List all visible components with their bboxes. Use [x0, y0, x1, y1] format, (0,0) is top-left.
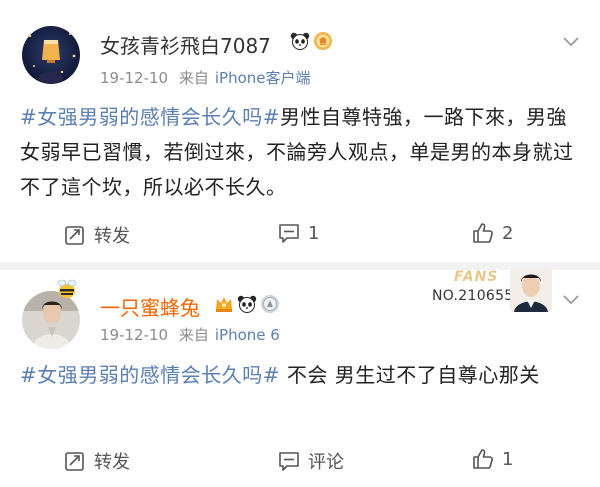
comment-count: 1: [308, 222, 320, 244]
comment-button[interactable]: 评论: [278, 448, 344, 474]
chevron-down-icon[interactable]: [562, 294, 580, 306]
comment-icon: [279, 224, 299, 243]
like-button[interactable]: 1: [472, 448, 513, 470]
level-medal-icon[interactable]: [260, 294, 280, 314]
comment-label: 评论: [308, 452, 344, 473]
thumbs-up-icon: [473, 449, 493, 469]
comment-button[interactable]: 1: [278, 222, 319, 244]
user-badges: [290, 31, 333, 51]
like-count: 1: [502, 448, 514, 470]
topic-link[interactable]: #女强男弱的感情会长久吗#: [20, 105, 280, 129]
post-source[interactable]: iPhone客户端: [215, 69, 311, 87]
post-meta: 19-12-10 来自 iPhone客户端: [100, 67, 311, 88]
user-badges: [214, 294, 280, 314]
repost-button[interactable]: 转发: [64, 448, 130, 474]
chevron-down-icon[interactable]: [562, 36, 580, 48]
action-bar: 转发 评论 1: [0, 448, 600, 476]
comment-icon: [279, 452, 299, 471]
panda-icon[interactable]: [237, 294, 257, 314]
post-text: 不会 男生过不了自尊心那关: [280, 363, 540, 387]
panda-icon[interactable]: [290, 31, 310, 51]
weibo-comment-2: 一只蜜蜂兔 19-12-10 来自 iPhone 6 FANS NO.21065…: [0, 268, 600, 487]
post-content: #女强男弱的感情会长久吗#男性自尊特強，一路下來，男強女弱早已習慣，若倒过來，不…: [20, 100, 585, 205]
username[interactable]: 女孩青衫飛白7087: [100, 30, 271, 59]
topic-link[interactable]: #女强男弱的感情会长久吗#: [20, 363, 280, 387]
fans-card[interactable]: FANS NO.210655: [418, 268, 560, 314]
like-count: 2: [502, 222, 514, 244]
post-source[interactable]: iPhone 6: [215, 326, 280, 344]
post-time: 19-12-10: [100, 69, 169, 87]
medal-icon[interactable]: [313, 31, 333, 51]
repost-icon: [65, 452, 84, 471]
fans-number: NO.210655: [432, 288, 514, 304]
weibo-comment-1: 女孩青衫飛白7087 19-12-10 来自 iPhone客户端 #女强男弱的感情…: [0, 0, 600, 262]
repost-icon: [65, 226, 84, 245]
username[interactable]: 一只蜜蜂兔: [100, 292, 200, 321]
post-content: #女强男弱的感情会长久吗# 不会 男生过不了自尊心那关: [20, 358, 585, 393]
fans-label: FANS: [454, 269, 499, 285]
action-bar: 转发 1 2: [0, 222, 600, 250]
bee-ornament-icon: [57, 279, 77, 298]
repost-label: 转发: [94, 226, 130, 247]
avatar[interactable]: [22, 26, 80, 84]
like-button[interactable]: 2: [472, 222, 513, 244]
source-prefix: 来自: [178, 326, 209, 344]
source-prefix: 来自: [178, 69, 209, 87]
post-time: 19-12-10: [100, 326, 169, 344]
repost-button[interactable]: 转发: [64, 222, 130, 248]
crown-badge-icon[interactable]: [214, 294, 234, 314]
post-meta: 19-12-10 来自 iPhone 6: [100, 324, 280, 345]
repost-label: 转发: [94, 452, 130, 473]
fans-card-portrait: [510, 268, 552, 312]
thumbs-up-icon: [473, 223, 493, 243]
